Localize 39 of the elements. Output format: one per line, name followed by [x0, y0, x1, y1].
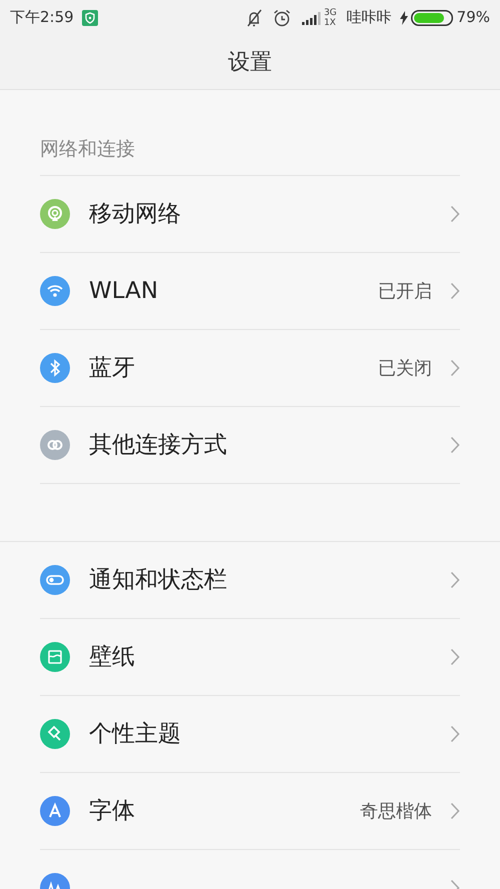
- network-type: 3G: [324, 8, 337, 18]
- status-time: 下午2:59: [10, 7, 74, 28]
- row-label: 字体: [89, 796, 135, 826]
- chevron-icon: [450, 205, 460, 223]
- battery-percentage: 79%: [456, 7, 490, 28]
- page-title: 设置: [228, 48, 272, 76]
- settings-row[interactable]: 蓝牙 已关闭: [40, 330, 460, 407]
- settings-row[interactable]: 个性主题: [40, 696, 460, 773]
- row-label: 壁纸: [89, 642, 135, 672]
- settings-row[interactable]: WLAN 已开启: [40, 253, 460, 330]
- row-label: WLAN: [89, 276, 158, 306]
- settings-row[interactable]: 其他连接方式: [40, 407, 460, 484]
- battery-icon: [410, 10, 453, 26]
- section-header: 网络和连接: [40, 136, 135, 162]
- chevron-icon: [450, 725, 460, 743]
- settings-row[interactable]: 壁纸: [40, 619, 460, 696]
- signal-icon: [302, 10, 322, 24]
- settings-row[interactable]: 字体 奇思楷体: [40, 773, 460, 850]
- row-label: 移动网络: [89, 200, 181, 229]
- row-label: 蓝牙: [89, 354, 135, 383]
- row-label: 通知和状态栏: [89, 566, 227, 595]
- carrier-name: 哇咔咔: [346, 7, 392, 28]
- row-value: 已关闭: [378, 356, 432, 380]
- chevron-icon: [450, 802, 460, 820]
- shield-icon: [82, 10, 98, 26]
- network-type: 1X: [324, 18, 337, 28]
- bell-off-icon: [244, 8, 263, 28]
- alarm-icon: [272, 8, 292, 28]
- chevron-icon: [450, 571, 460, 589]
- chevron-icon: [450, 359, 460, 377]
- chevron-icon: [450, 282, 460, 300]
- row-label: 其他连接方式: [89, 430, 227, 460]
- chevron-icon: [450, 436, 460, 454]
- settings-row[interactable]: 移动网络: [40, 176, 460, 253]
- chevron-icon: [450, 648, 460, 666]
- settings-row[interactable]: 通知和状态栏: [40, 542, 460, 619]
- row-label: 个性主题: [89, 720, 181, 749]
- row-value: 奇思楷体: [360, 800, 432, 824]
- row-value: 已开启: [378, 280, 432, 304]
